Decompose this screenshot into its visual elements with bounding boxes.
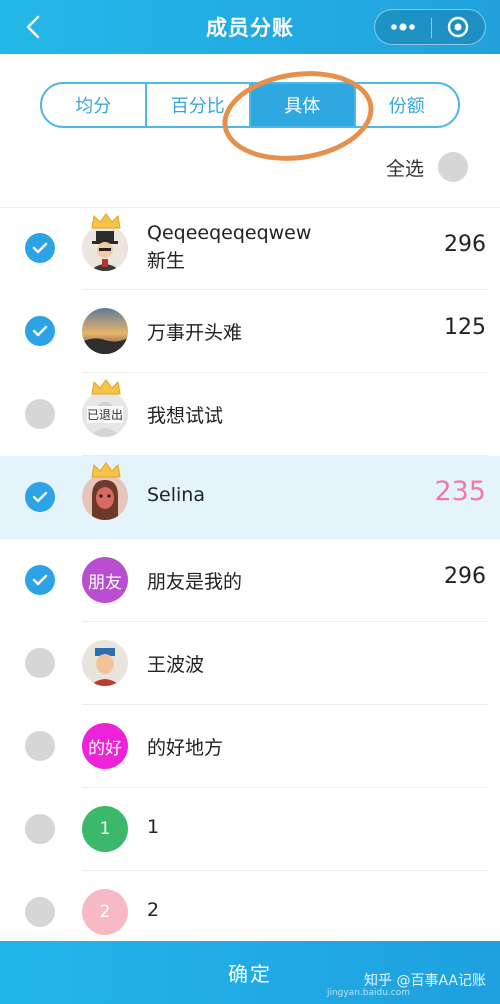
avatar (82, 308, 128, 354)
member-row[interactable]: 已退出 我想试试 (0, 373, 500, 456)
tab-specific[interactable]: 具体 (251, 84, 356, 126)
member-checkbox-unchecked[interactable] (25, 731, 55, 761)
member-list: Qeqeeqeqeqwew 新生 296 万事开头难 125 已退出 我想试试 … (0, 207, 500, 954)
tab-shares[interactable]: 份额 (356, 84, 459, 126)
member-checkbox-checked[interactable] (25, 316, 55, 346)
check-icon (32, 574, 48, 586)
select-all-checkbox[interactable] (438, 152, 468, 182)
member-name: 1 (147, 816, 160, 838)
close-miniprogram-button[interactable] (430, 9, 485, 45)
member-checkbox-unchecked[interactable] (25, 648, 55, 678)
check-icon (32, 325, 48, 337)
member-amount-active[interactable]: 235 (434, 476, 486, 507)
target-close-icon (447, 16, 468, 38)
crown-icon (91, 213, 121, 229)
chevron-left-icon (26, 15, 40, 39)
member-name: 王波波 (147, 654, 205, 676)
split-mode-tabs: 均分 百分比 具体 份额 (40, 82, 460, 128)
confirm-button[interactable]: 确定 (228, 958, 272, 987)
nav-bar: 成员分账 (0, 0, 500, 54)
member-amount[interactable]: 125 (444, 315, 486, 340)
member-name: 的好地方 (147, 737, 224, 759)
crown-icon (91, 379, 121, 395)
left-status-badge: 已退出 (86, 405, 123, 423)
member-row[interactable]: 万事开头难 125 (0, 290, 500, 373)
avatar: 已退出 (82, 391, 128, 437)
member-checkbox-checked[interactable] (25, 482, 55, 512)
mini-program-capsule (374, 9, 486, 45)
member-checkbox-unchecked[interactable] (25, 814, 55, 844)
member-row[interactable]: 朋友 朋友是我的 296 (0, 539, 500, 622)
member-checkbox-checked[interactable] (25, 233, 55, 263)
avatar: 的好 (82, 723, 128, 769)
select-all-label: 全选 (385, 157, 424, 180)
member-name: Qeqeeqeqeqwew 新生 (147, 222, 312, 272)
watermark: 知乎 @百事AA记账 (364, 973, 486, 989)
tab-percentage[interactable]: 百分比 (147, 84, 251, 126)
member-name: 我想试试 (147, 405, 224, 427)
avatar: 1 (82, 806, 128, 852)
tab-equal[interactable]: 均分 (42, 84, 147, 126)
check-icon (32, 491, 48, 503)
member-checkbox-checked[interactable] (25, 565, 55, 595)
check-icon (32, 242, 48, 254)
member-checkbox-unchecked[interactable] (25, 399, 55, 429)
member-row[interactable]: 王波波 (0, 622, 500, 705)
member-row[interactable]: Qeqeeqeqeqwew 新生 296 (0, 207, 500, 290)
crown-icon (91, 462, 121, 478)
member-name: 万事开头难 (147, 322, 243, 344)
avatar: 2 (82, 889, 128, 935)
page: 成员分账 均分 百分比 具体 份额 全选 Qeqeeqeqeqwew 新生 29… (0, 0, 500, 1004)
page-title: 成员分账 (206, 16, 294, 40)
avatar: 朋友 (82, 557, 128, 603)
member-amount[interactable]: 296 (444, 564, 486, 589)
more-dots-icon (390, 23, 415, 31)
more-button[interactable] (375, 9, 430, 45)
member-row[interactable]: Selina 235 (0, 456, 500, 539)
member-row[interactable]: 的好 的好地方 (0, 705, 500, 788)
avatar (82, 640, 128, 686)
member-amount[interactable]: 296 (444, 232, 486, 257)
watermark-url: jingyan.baidu.com (326, 988, 410, 998)
select-all[interactable]: 全选 (386, 152, 468, 182)
member-name: 2 (147, 899, 160, 921)
member-checkbox-unchecked[interactable] (25, 897, 55, 927)
back-button[interactable] (16, 10, 50, 44)
member-name: 朋友是我的 (147, 571, 243, 593)
member-row[interactable]: 1 1 (0, 788, 500, 871)
avatar (82, 225, 128, 271)
member-name: Selina (147, 484, 205, 506)
avatar (82, 474, 128, 520)
